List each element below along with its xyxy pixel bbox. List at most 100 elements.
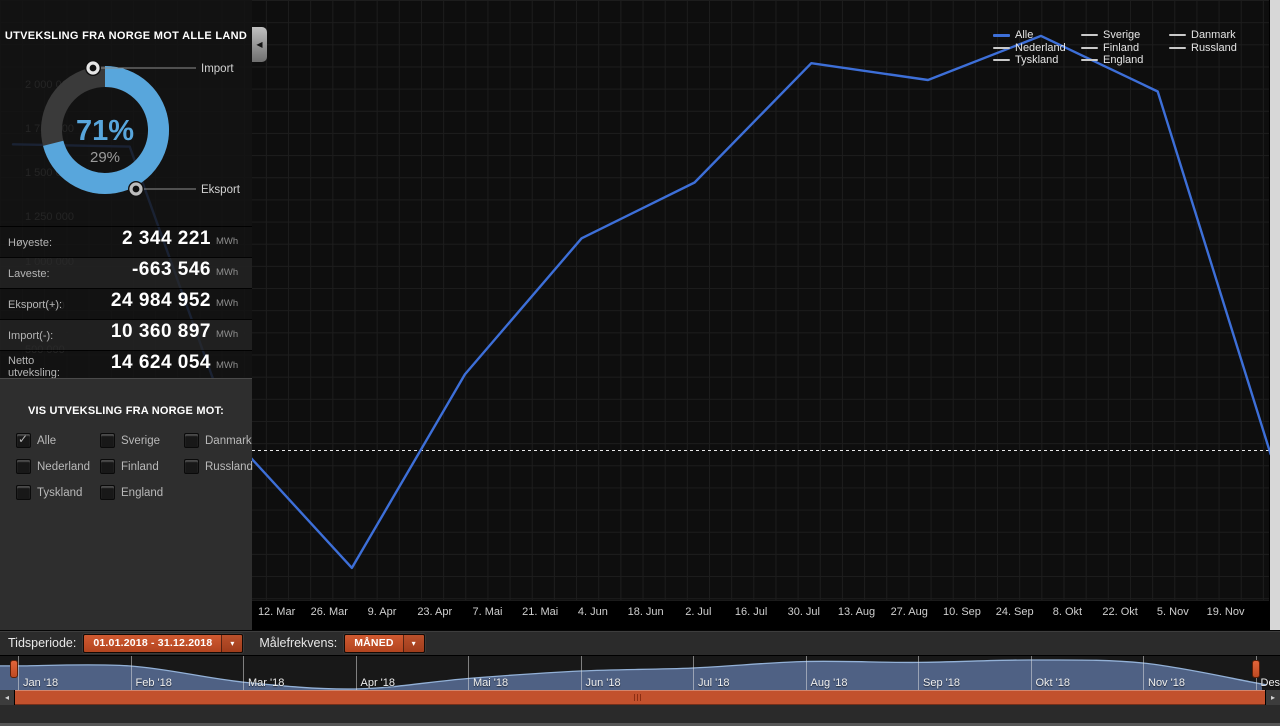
range-handle-right[interactable] xyxy=(1252,660,1260,678)
scroll-right-icon[interactable]: ▸ xyxy=(1265,690,1280,705)
collapse-arrow-icon: ◀ xyxy=(256,40,262,49)
checkbox-label: Finland xyxy=(121,461,159,473)
legend-item-nederland[interactable]: Nederland xyxy=(993,42,1081,55)
checkbox-icon[interactable]: ✓ xyxy=(16,459,31,474)
navigator-month-tick xyxy=(1031,656,1032,691)
stat-label: Høyeste: xyxy=(0,237,84,249)
import-label: Import xyxy=(201,63,234,75)
legend-item-alle[interactable]: Alle xyxy=(993,29,1081,42)
export-label: Eksport xyxy=(201,184,241,196)
navigator-month-label: Nov '18 xyxy=(1148,677,1185,689)
checkbox-england[interactable]: ✓England xyxy=(100,485,184,500)
malefrekvens-label: Målefrekvens: xyxy=(259,636,337,650)
navigator-month-label: Mai '18 xyxy=(473,677,508,689)
legend-item-russland[interactable]: Russland xyxy=(1169,42,1257,55)
checkbox-danmark[interactable]: ✓ Danmark xyxy=(184,433,253,448)
dropdown-arrow-icon[interactable]: ▾ xyxy=(403,635,424,652)
stat-label: Netto utveksling: xyxy=(0,355,84,379)
checkbox-tyskland[interactable]: ✓Tyskland xyxy=(16,485,100,500)
checkbox-label: Nederland xyxy=(37,461,90,473)
scrollbar-track[interactable] xyxy=(15,690,1265,705)
tidsperiode-button[interactable]: 01.01.2018 - 31.12.2018 ▾ xyxy=(83,634,243,653)
utveksling-dashboard: 2 000 0001 750 0001 500 0001 250 0001 00… xyxy=(0,0,1280,726)
navigator-month-tick xyxy=(1143,656,1144,691)
stat-unit: MWh xyxy=(211,360,252,371)
legend-swatch-icon xyxy=(993,59,1010,61)
navigator-area-chart xyxy=(0,656,1280,691)
stat-label: Laveste: xyxy=(0,268,84,280)
control-bar: Tidsperiode: 01.01.2018 - 31.12.2018 ▾ M… xyxy=(0,630,1280,655)
dropdown-arrow-icon[interactable]: ▾ xyxy=(221,635,242,652)
horizontal-scrollbar: ◂ ▸ xyxy=(0,690,1280,705)
navigator-month-tick xyxy=(356,656,357,691)
import-export-donut: Import Eksport 71% 29% xyxy=(0,52,252,224)
timeline-navigator[interactable]: Jan '18Feb '18Mar '18Apr '18Mai '18Jun '… xyxy=(0,655,1280,691)
range-handle-left[interactable] xyxy=(10,660,18,678)
checkbox-icon[interactable]: ✓ xyxy=(184,459,199,474)
navigator-month-tick xyxy=(806,656,807,691)
scrollbar-grip-icon[interactable] xyxy=(634,694,641,701)
navigator-month-label: Jan '18 xyxy=(23,677,58,689)
checkbox-icon[interactable]: ✓ xyxy=(100,459,115,474)
legend-item-finland[interactable]: Finland xyxy=(1081,42,1169,55)
sidebar-title: UTVEKSLING FRA NORGE MOT ALLE LAND xyxy=(0,0,252,42)
legend-swatch-icon xyxy=(1081,34,1098,36)
legend-item-tyskland[interactable]: Tyskland xyxy=(993,54,1081,67)
stat-value: -663 546 xyxy=(84,259,211,281)
legend-swatch-icon xyxy=(1081,59,1098,61)
navigator-month-label: Feb '18 xyxy=(136,677,172,689)
summary-panel: UTVEKSLING FRA NORGE MOT ALLE LAND Impor… xyxy=(0,0,252,378)
legend-item-england[interactable]: England xyxy=(1081,54,1169,67)
checkbox-icon[interactable]: ✓ xyxy=(16,485,31,500)
checkbox-nederland[interactable]: ✓ Nederland xyxy=(16,459,100,474)
checkbox-finland[interactable]: ✓ Finland xyxy=(100,459,184,474)
filter-heading: VIS UTVEKSLING FRA NORGE MOT: xyxy=(0,379,252,417)
stat-unit: MWh xyxy=(211,236,252,247)
legend-swatch-icon xyxy=(993,47,1010,49)
stat-row: Netto utveksling:14 624 054MWh xyxy=(0,350,252,381)
malefrekvens-button[interactable]: MÅNED ▾ xyxy=(344,634,425,653)
stat-unit: MWh xyxy=(211,298,252,309)
checkbox-icon[interactable]: ✓ xyxy=(184,433,199,448)
navigator-month-label: Aug '18 xyxy=(811,677,848,689)
navigator-month-tick xyxy=(131,656,132,691)
stat-value: 2 344 221 xyxy=(84,228,211,250)
right-scrollbar[interactable] xyxy=(1270,0,1280,689)
checkbox-label: Danmark xyxy=(205,435,252,447)
malefrekvens-value: MÅNED xyxy=(345,635,403,652)
stat-value: 24 984 952 xyxy=(84,290,211,312)
legend-item-sverige[interactable]: Sverige xyxy=(1081,29,1169,42)
checkbox-icon[interactable]: ✓ xyxy=(100,433,115,448)
checkbox-sverige[interactable]: ✓ Sverige xyxy=(100,433,184,448)
chart-legend: AlleNederlandTysklandSverigeFinlandEngla… xyxy=(993,29,1257,67)
stat-unit: MWh xyxy=(211,329,252,340)
stat-row: Import(-):10 360 897MWh xyxy=(0,319,252,350)
checkbox-icon[interactable]: ✓ xyxy=(100,485,115,500)
stat-value: 14 624 054 xyxy=(84,352,211,374)
navigator-month-label: Apr '18 xyxy=(361,677,396,689)
stat-row: Laveste:-663 546MWh xyxy=(0,257,252,288)
checkbox-label: Sverige xyxy=(121,435,160,447)
navigator-month-tick xyxy=(243,656,244,691)
checkbox-alle[interactable]: ✓ Alle xyxy=(16,433,100,448)
checkbox-label: Alle xyxy=(37,435,56,447)
scroll-left-icon[interactable]: ◂ xyxy=(0,690,15,705)
tidsperiode-value: 01.01.2018 - 31.12.2018 xyxy=(84,635,221,652)
import-percentage: 29% xyxy=(90,149,120,166)
legend-item-danmark[interactable]: Danmark xyxy=(1169,29,1257,42)
sidebar-collapse-button[interactable]: ◀ xyxy=(252,27,267,62)
checkbox-russland[interactable]: ✓ Russland xyxy=(184,459,253,474)
navigator-month-tick xyxy=(693,656,694,691)
checkbox-label: Russland xyxy=(205,461,253,473)
stat-row: Eksport(+):24 984 952MWh xyxy=(0,288,252,319)
legend-swatch-icon xyxy=(1081,47,1098,49)
stat-row: Høyeste:2 344 221MWh xyxy=(0,226,252,257)
checkbox-icon[interactable]: ✓ xyxy=(16,433,31,448)
navigator-month-label: Mar '18 xyxy=(248,677,284,689)
navigator-month-label: Okt '18 xyxy=(1036,677,1071,689)
country-filter-panel: VIS UTVEKSLING FRA NORGE MOT: ✓ Alle ✓ Sver… xyxy=(0,378,252,631)
legend-swatch-icon xyxy=(1169,34,1186,36)
x-axis-tick-label: 19. Nov xyxy=(1194,606,1258,618)
navigator-month-tick xyxy=(18,656,19,691)
export-percentage: 71% xyxy=(76,115,134,147)
